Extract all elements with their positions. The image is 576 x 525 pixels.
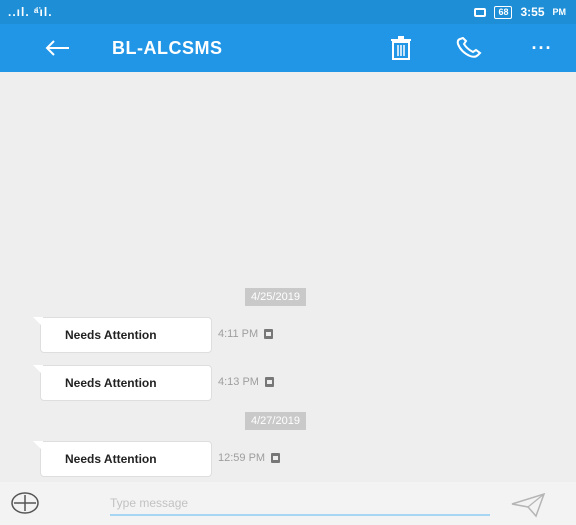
delete-button[interactable] [383, 32, 419, 64]
message-time: 12:59 PM [218, 452, 266, 464]
back-button[interactable] [40, 32, 76, 64]
message-bubble[interactable]: Needs Attention [33, 441, 212, 477]
message-meta: 4:11 PM [218, 328, 274, 340]
cast-icon [474, 7, 487, 17]
message-text: Needs Attention [65, 328, 157, 342]
phone-icon [456, 37, 482, 58]
message-text: Needs Attention [65, 452, 157, 466]
send-icon [511, 492, 546, 518]
more-options-button[interactable]: ··· [524, 32, 560, 64]
trash-icon [391, 36, 411, 60]
message-meta: 12:59 PM [218, 452, 281, 464]
battery-indicator: 68 [494, 5, 513, 19]
message-time: 4:11 PM [218, 328, 259, 340]
message-bubble[interactable]: Needs Attention [33, 365, 212, 401]
clock-ampm: PM [552, 7, 567, 17]
conversation-title: BL-ALCSMS [112, 38, 223, 58]
message-bubble[interactable]: Needs Attention [33, 317, 212, 353]
arrow-left-icon [45, 40, 69, 56]
add-attachment-button[interactable] [8, 488, 42, 518]
app-bar: BL-ALCSMS ··· [0, 24, 576, 72]
signal-indicator: ..ıl. ᵃ̈ıl. [8, 5, 53, 19]
date-divider: 4/27/2019 [245, 412, 306, 430]
composer-bar [0, 482, 576, 525]
sim-icon [264, 329, 274, 339]
send-button[interactable] [508, 490, 548, 520]
message-meta: 4:13 PM [218, 376, 274, 388]
message-thread[interactable]: 4/25/2019 Needs Attention 4:11 PM Needs … [0, 72, 576, 482]
status-right: 68 3:55 PM [474, 5, 566, 19]
call-button[interactable] [452, 32, 488, 64]
message-time: 4:13 PM [218, 376, 259, 388]
message-input[interactable] [110, 492, 490, 516]
status-bar: ..ıl. ᵃ̈ıl. 68 3:55 PM [0, 0, 576, 24]
message-text: Needs Attention [65, 376, 157, 390]
sim-icon [264, 377, 274, 387]
clock-time: 3:55 [520, 5, 545, 19]
date-divider: 4/25/2019 [245, 288, 306, 306]
sim-icon [271, 453, 281, 463]
plus-circle-icon [11, 492, 39, 514]
